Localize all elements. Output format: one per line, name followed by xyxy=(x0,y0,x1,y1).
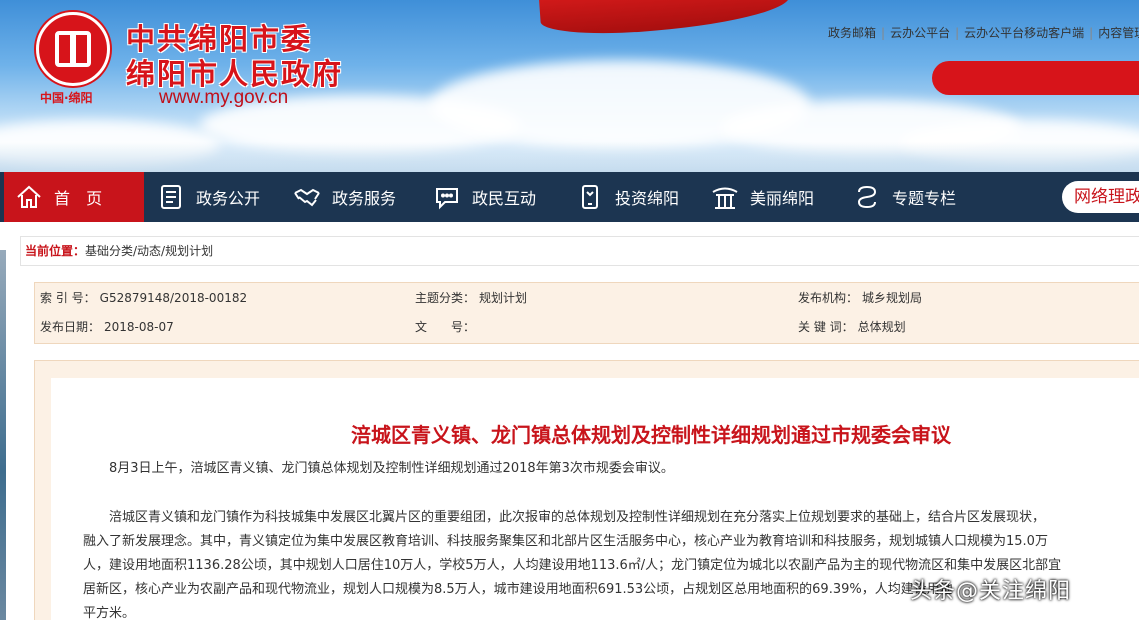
nav-item-public-interaction[interactable]: 政民互动 xyxy=(432,172,562,222)
top-link-content-management[interactable]: 内容管理 xyxy=(1098,26,1139,40)
meta-document-number: 文 号： xyxy=(415,318,479,335)
mountain-decoration xyxy=(0,142,1139,172)
meta-value: 总体规划 xyxy=(857,320,906,334)
phone-icon xyxy=(575,182,605,212)
logo-emblem-icon xyxy=(55,31,91,67)
meta-date: 发布日期： 2018-08-07 xyxy=(40,318,174,335)
nav-label: 投资绵阳 xyxy=(615,189,680,208)
top-link-mail[interactable]: 政务邮箱 xyxy=(828,26,876,40)
nav-item-invest-mianyang[interactable]: 投资绵阳 xyxy=(575,172,705,222)
meta-value: G52879148/2018-00182 xyxy=(99,291,248,305)
separator: | xyxy=(955,26,960,40)
meta-label: 索 引 号： xyxy=(40,291,96,305)
meta-publisher: 发布机构： 城乡规划局 xyxy=(798,289,922,306)
network-governance-button[interactable]: 网络理政 xyxy=(1062,181,1139,213)
article-paragraph: 融入了新发展理念。其中，青义镇定位为集中发展区教育培训、科技服务聚集区和北部片区… xyxy=(83,534,1048,549)
nav-label: 政民互动 xyxy=(472,189,537,208)
nav-label: 美丽绵阳 xyxy=(750,189,815,208)
article-paragraph: 涪城区青义镇和龙门镇作为科技城集中发展区北翼片区的重要组团，此次报审的总体规划及… xyxy=(109,510,1046,525)
site-url: www.my.gov.cn xyxy=(159,87,289,108)
breadcrumb-label: 当前位置： xyxy=(25,244,86,258)
nav-item-government-affairs[interactable]: 政务公开 xyxy=(156,172,286,222)
separator: | xyxy=(881,26,886,40)
top-link-mobile-client[interactable]: 云办公平台移动客户端 xyxy=(964,26,1084,40)
top-link-cloud-office[interactable]: 云办公平台 xyxy=(890,26,950,40)
meta-value: 2018-08-07 xyxy=(104,320,174,334)
meta-value: 规划计划 xyxy=(479,291,528,305)
nav-item-special-topics[interactable]: 专题专栏 xyxy=(852,172,982,222)
logo-caption: 中国·绵阳 xyxy=(40,91,93,105)
nav-item-government-services[interactable]: 政务服务 xyxy=(292,172,422,222)
home-icon xyxy=(14,182,44,212)
meta-value: 城乡规划局 xyxy=(862,291,923,305)
watermark: 头条@关注绵阳 xyxy=(910,579,1072,604)
meta-label: 关 键 词： xyxy=(798,320,854,334)
topic-icon xyxy=(852,182,882,212)
search-bar[interactable] xyxy=(932,61,1139,95)
article-paragraph: 8月3日上午，涪城区青义镇、龙门镇总体规划及控制性详细规划通过2018年第3次市… xyxy=(109,461,674,476)
nav-label: 政务公开 xyxy=(196,189,261,208)
chat-icon xyxy=(432,182,462,212)
article-headline: 涪城区青义镇、龙门镇总体规划及控制性详细规划通过市规委会审议 xyxy=(351,423,951,447)
separator: | xyxy=(1089,26,1094,40)
main-nav: 首 页 政务公开 政务服务 政民互动 投资绵阳 美丽绵阳 专题专栏 xyxy=(0,172,1139,222)
nav-item-home[interactable]: 首 页 xyxy=(4,172,144,222)
government-logo-icon[interactable] xyxy=(36,12,110,86)
document-meta-panel: 索 引 号： G52879148/2018-00182 主题分类： 规划计划 发布机… xyxy=(34,282,1139,344)
meta-label: 主题分类： xyxy=(415,291,476,305)
breadcrumb-path[interactable]: 基础分类/动态/规划计划 xyxy=(85,244,213,258)
site-header: 中国·绵阳 中共绵阳市委 绵阳市人民政府 www.my.gov.cn 政务邮箱 |… xyxy=(0,0,1139,172)
top-links: 政务邮箱 | 云办公平台 | 云办公平台移动客户端 | 内容管理 xyxy=(828,24,1139,41)
document-icon xyxy=(156,182,186,212)
meta-label: 文 号： xyxy=(415,320,476,334)
pavilion-icon xyxy=(710,182,740,212)
meta-topic: 主题分类： 规划计划 xyxy=(415,289,527,306)
side-photo-strip xyxy=(0,250,6,620)
article-paragraph: 平方米。 xyxy=(83,606,136,620)
nav-item-beautiful-mianyang[interactable]: 美丽绵阳 xyxy=(710,172,840,222)
red-ribbon-decoration xyxy=(538,0,792,39)
breadcrumb: 当前位置：基础分类/动态/规划计划 xyxy=(20,236,1139,266)
handshake-icon xyxy=(292,182,322,212)
nav-label: 首 页 xyxy=(54,189,105,208)
nav-label: 专题专栏 xyxy=(892,189,957,208)
meta-index: 索 引 号： G52879148/2018-00182 xyxy=(40,289,247,306)
meta-label: 发布日期： xyxy=(40,320,101,334)
meta-label: 发布机构： xyxy=(798,291,859,305)
nav-label: 政务服务 xyxy=(332,189,397,208)
meta-keyword: 关 键 词： 总体规划 xyxy=(798,318,906,335)
article-paragraph: 居新区，核心产业为农副产品和现代物流业，规划人口规模为8.5万人，城市建设用地面… xyxy=(83,582,953,597)
